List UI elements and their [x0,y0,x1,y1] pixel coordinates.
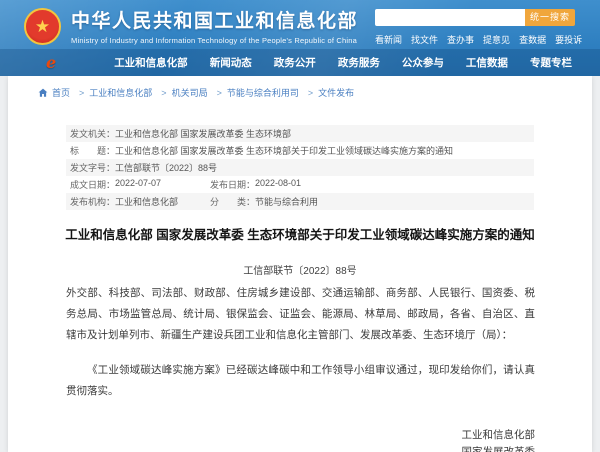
main-nav: e 工业和信息化部 新闻动态 政务公开 政务服务 公众参与 工信数据 专题专栏 [0,49,600,76]
site-subtitle: Ministry of Industry and Information Tec… [71,36,357,45]
breadcrumb-label: 首页 [52,88,71,98]
meta-label: 标 题： [70,146,116,156]
breadcrumb: 首页 工业和信息化部 机关司局 节能与综合利用司 文件发布 [8,76,592,99]
signature-block: 工业和信息化部 国家发展改革委 生态环境部 2022年7月7日 [462,427,536,452]
quick-links: 看新闻 找文件 查办事 提意见 查数据 要投诉 [375,33,582,46]
document-meta-table: 发文机关： 工业和信息化部 国家发展改革委 生态环境部 标 题： 工业和信息化部… [66,125,534,210]
breadcrumb-current-page: 文件发布 [318,88,355,98]
quick-link-news[interactable]: 看新闻 [375,33,402,46]
emblem-star-icon: ★ [34,17,51,36]
site-title: 中华人民共和国工业和信息化部 [71,11,359,32]
breadcrumb-energy-conservation-dept[interactable]: 节能与综合利用司 [227,86,313,99]
document-title: 工业和信息化部 国家发展改革委 生态环境部关于印发工业领域碳达峰实施方案的通知 [65,228,535,242]
home-icon [38,88,48,97]
quick-link-complaints[interactable]: 要投诉 [555,33,582,46]
signature-line: 工业和信息化部 [461,429,536,442]
meta-label: 分 类： [210,197,256,207]
meta-label: 发布日期： [210,180,256,190]
quick-link-documents[interactable]: 找文件 [411,33,438,46]
national-emblem-icon: ★ [24,8,61,45]
document-paragraph-body: 《工业领域碳达峰实施方案》已经碳达峰碳中和工作领导小组审议通过，现印发给你们，请… [66,364,535,398]
search-input[interactable] [375,9,525,26]
document-paragraph-addressees: 外交部、科技部、司法部、财政部、住房城乡建设部、交通运输部、商务部、人民银行、国… [66,287,535,342]
breadcrumb-ministry[interactable]: 工业和信息化部 [89,86,166,99]
nav-item-participation[interactable]: 公众参与 [402,55,444,70]
meta-row-publisher-category: 发布机构： 工业和信息化部 分 类： 节能与综合利用 [66,193,534,210]
meta-label: 发文机关： [70,129,116,139]
site-header: ★ 中华人民共和国工业和信息化部 Ministry of Industry an… [0,0,600,76]
signature-line: 国家发展改革委 [462,444,536,452]
meta-value: 工业和信息化部 [115,197,179,207]
miit-logo-icon: e [46,52,57,72]
search-area: 统一搜索 看新闻 找文件 查办事 提意见 查数据 要投诉 [375,9,582,46]
meta-label: 发文字号： [70,163,116,173]
meta-row-title: 标 题： 工业和信息化部 国家发展改革委 生态环境部关于印发工业领域碳达峰实施方… [66,142,534,159]
meta-row-issuing-agency: 发文机关： 工业和信息化部 国家发展改革委 生态环境部 [66,125,534,142]
nav-item-miit-data[interactable]: 工信数据 [466,55,508,70]
nav-item-ministry[interactable]: 工业和信息化部 [114,55,188,70]
meta-value: 工信部联节〔2022〕88号 [115,163,218,173]
document-number: 工信部联节〔2022〕88号 [243,266,357,278]
meta-value: 工业和信息化部 国家发展改革委 生态环境部 [115,129,292,139]
content-card: 首页 工业和信息化部 机关司局 节能与综合利用司 文件发布 发文机关： 工业和信… [8,76,592,452]
breadcrumb-departments[interactable]: 机关司局 [172,86,222,99]
nav-item-topics[interactable]: 专题专栏 [530,55,572,70]
quick-link-data[interactable]: 查数据 [519,33,546,46]
meta-value: 节能与综合利用 [255,197,319,207]
nav-item-gov-disclosure[interactable]: 政务公开 [274,55,316,70]
meta-label: 发布机构： [70,197,116,207]
nav-item-news[interactable]: 新闻动态 [210,55,252,70]
meta-label: 成文日期： [70,180,116,190]
meta-row-doc-number: 发文字号： 工信部联节〔2022〕88号 [66,159,534,176]
nav-item-gov-services[interactable]: 政务服务 [338,55,380,70]
quick-link-services[interactable]: 查办事 [447,33,474,46]
quick-link-suggestions[interactable]: 提意见 [483,33,510,46]
breadcrumb-home[interactable]: 首页 [38,86,84,99]
meta-value: 2022-08-01 [255,178,302,188]
meta-row-dates: 成文日期： 2022-07-07 发布日期： 2022-08-01 [66,176,534,193]
meta-value: 2022-07-07 [115,178,162,188]
unified-search-button[interactable]: 统一搜索 [525,9,575,26]
meta-value: 工业和信息化部 国家发展改革委 生态环境部关于印发工业领域碳达峰实施方案的通知 [115,146,454,156]
document-body: 工业和信息化部 国家发展改革委 生态环境部关于印发工业领域碳达峰实施方案的通知 … [8,226,592,452]
